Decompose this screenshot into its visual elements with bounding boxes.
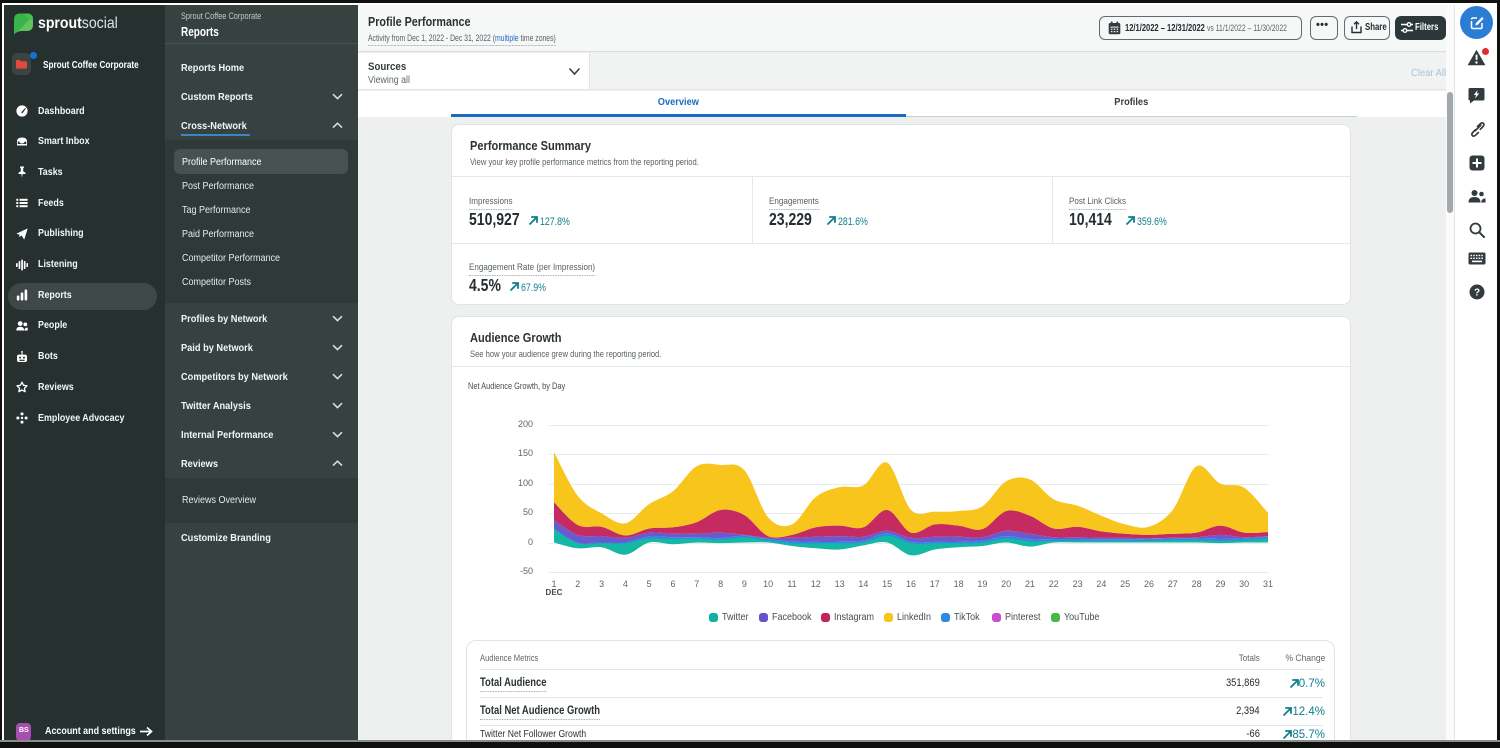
svg-text:?: ? xyxy=(1473,288,1479,299)
